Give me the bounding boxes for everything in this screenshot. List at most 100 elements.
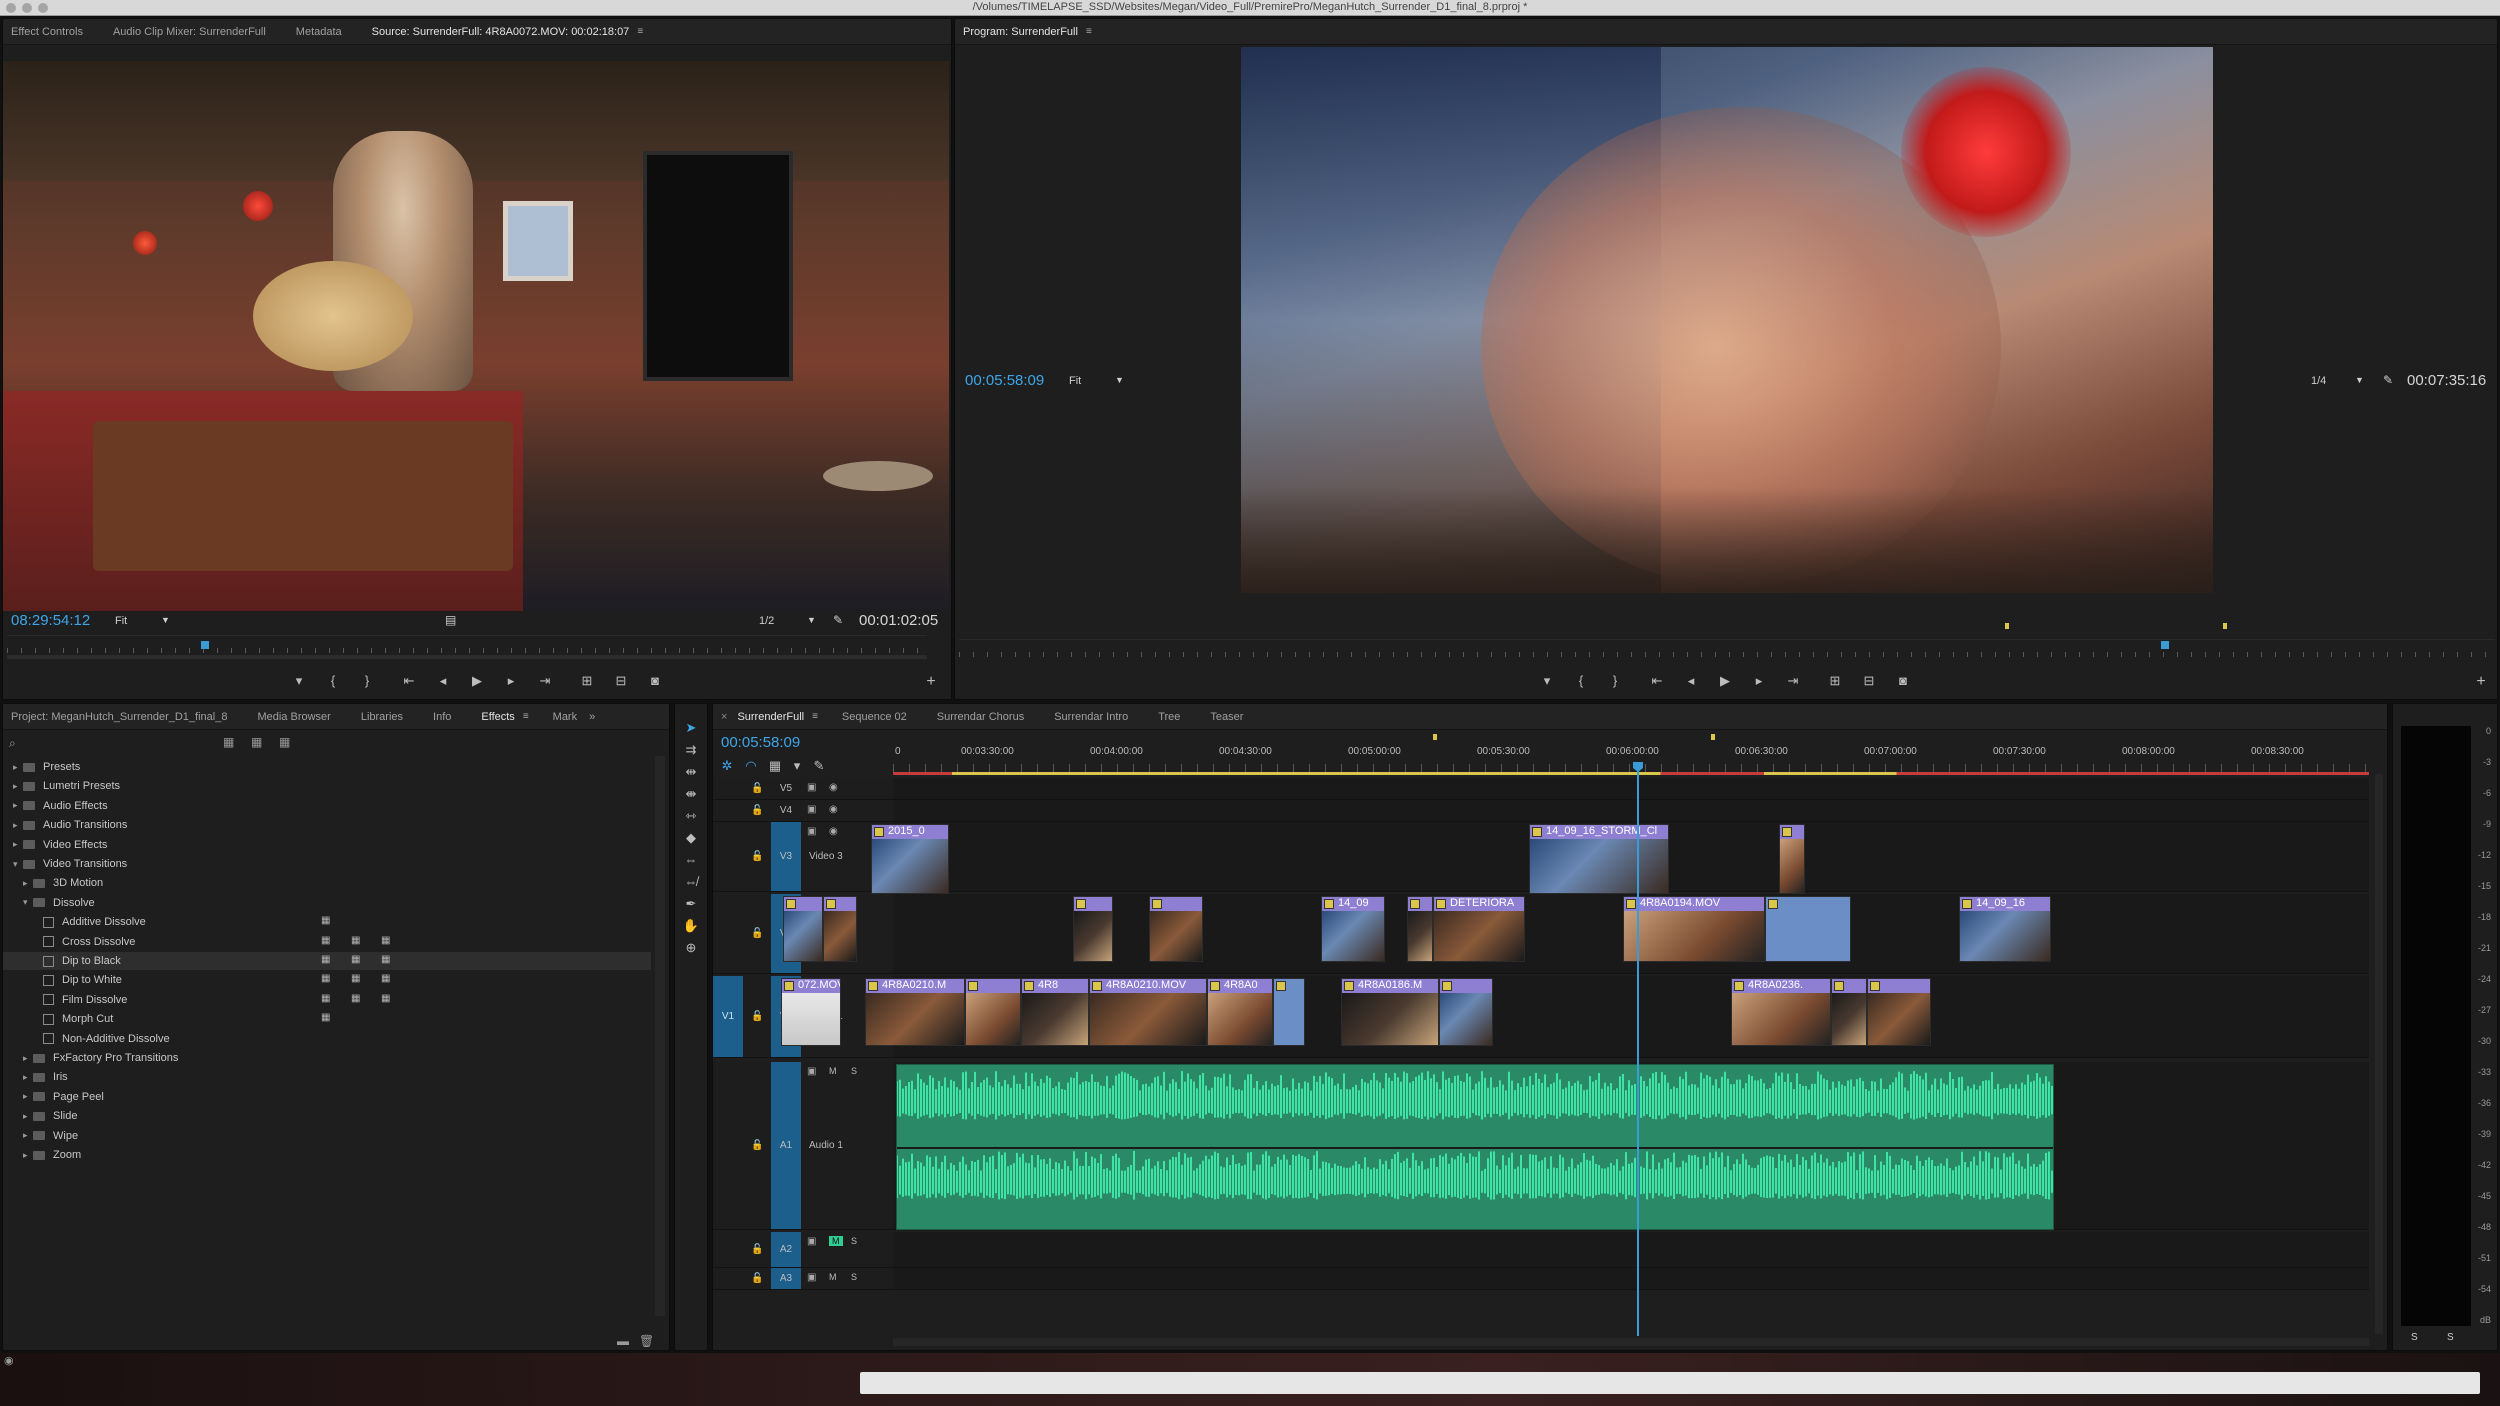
video-clip[interactable]: 14_09_16 bbox=[1959, 896, 2051, 962]
add-marker-icon[interactable]: ▾ bbox=[787, 758, 807, 774]
mic-icon[interactable]: ▣ bbox=[807, 1272, 816, 1283]
nest-toggle-icon[interactable]: ✲ bbox=[717, 758, 737, 774]
rate-stretch-tool-icon[interactable]: ⇿ bbox=[681, 808, 701, 824]
source-timecode[interactable]: 08:29:54:12 bbox=[11, 612, 90, 629]
step-forward-icon[interactable]: ▸ bbox=[1749, 673, 1769, 689]
32bit-effects-icon[interactable]: ▦ bbox=[251, 735, 262, 749]
program-resolution-select[interactable]: 1/4 bbox=[2311, 375, 2326, 387]
mic-icon[interactable]: ▣ bbox=[807, 1066, 816, 1077]
track-select-tool-icon[interactable]: ⇉ bbox=[681, 742, 701, 758]
go-to-out-icon[interactable]: ⇥ bbox=[1783, 673, 1803, 689]
go-to-in-icon[interactable]: ⇤ bbox=[399, 673, 419, 689]
go-to-out-icon[interactable]: ⇥ bbox=[535, 673, 555, 689]
add-button-icon[interactable]: + bbox=[921, 673, 941, 691]
track-target-v3[interactable]: V3 bbox=[771, 822, 801, 891]
effects-tree-item[interactable]: Additive Dissolve bbox=[33, 913, 146, 931]
drag-video-icon[interactable]: ▤ bbox=[445, 613, 456, 627]
source-time-ruler[interactable] bbox=[7, 635, 927, 653]
effects-tree-item[interactable]: ▸ FxFactory Pro Transitions bbox=[23, 1049, 178, 1067]
chevron-down-icon[interactable]: ▼ bbox=[161, 615, 170, 625]
sequence-marker[interactable] bbox=[1433, 734, 1437, 740]
disclosure-closed-icon[interactable]: ▸ bbox=[13, 781, 23, 792]
video-clip[interactable] bbox=[1273, 978, 1305, 1046]
step-back-icon[interactable]: ◂ bbox=[1681, 673, 1701, 689]
effects-search-input[interactable] bbox=[27, 734, 207, 750]
toggle-sync-icon[interactable]: ▣ bbox=[807, 826, 816, 837]
video-clip[interactable] bbox=[1831, 978, 1867, 1046]
add-marker-icon[interactable]: ▾ bbox=[289, 673, 309, 689]
toggle-sync-icon[interactable]: ▣ bbox=[807, 782, 816, 793]
overwrite-icon[interactable]: ⊟ bbox=[611, 673, 631, 689]
source-patch-v1[interactable]: V1 bbox=[713, 976, 743, 1057]
wrench-icon[interactable]: ✎ bbox=[2383, 373, 2393, 387]
play-icon[interactable]: ▶ bbox=[467, 673, 487, 689]
effects-tree-item[interactable]: ▸ Wipe bbox=[23, 1127, 78, 1145]
new-bin-icon[interactable]: ▬ bbox=[617, 1334, 629, 1348]
more-tabs-icon[interactable]: » bbox=[589, 711, 595, 723]
eye-icon[interactable]: ◉ bbox=[829, 826, 838, 837]
ripple-edit-tool-icon[interactable]: ⇹ bbox=[681, 764, 701, 780]
eye-icon[interactable]: ◉ bbox=[829, 782, 838, 793]
solo-button[interactable]: S bbox=[851, 1236, 857, 1246]
effects-tree-item[interactable]: ▸ 3D Motion bbox=[23, 874, 103, 892]
tab-source[interactable]: Source: SurrenderFull: 4R8A0072.MOV: 00:… bbox=[372, 26, 630, 38]
video-clip[interactable]: 4R8 bbox=[1021, 978, 1089, 1046]
toggle-sync-icon[interactable]: ▣ bbox=[807, 804, 816, 815]
video-clip[interactable]: 4R8A0186.M bbox=[1341, 978, 1439, 1046]
video-clip[interactable]: DETERIORA bbox=[1433, 896, 1525, 962]
effects-tree-item[interactable]: ▸ Slide bbox=[23, 1107, 77, 1125]
lock-icon[interactable]: 🔓 bbox=[751, 783, 763, 794]
program-zoom-select[interactable]: Fit bbox=[1069, 375, 1081, 387]
video-clip[interactable] bbox=[1867, 978, 1931, 1046]
video-clip[interactable]: 4R8A0 bbox=[1207, 978, 1273, 1046]
effects-tree-item[interactable]: ▸ Presets bbox=[13, 758, 80, 776]
disclosure-closed-icon[interactable]: ▸ bbox=[13, 839, 23, 850]
tab-info[interactable]: Info bbox=[433, 711, 451, 723]
mute-button[interactable]: M bbox=[829, 1236, 843, 1246]
track-target-a1[interactable]: A1 bbox=[771, 1062, 801, 1229]
source-resolution-select[interactable]: 1/2 bbox=[759, 615, 774, 627]
accelerated-effects-icon[interactable]: ▦ bbox=[223, 735, 234, 749]
panel-menu-icon[interactable]: ≡ bbox=[812, 711, 818, 722]
mute-button[interactable]: M bbox=[829, 1066, 837, 1076]
lock-icon[interactable]: 🔓 bbox=[751, 1011, 763, 1022]
program-video-frame[interactable] bbox=[1241, 47, 2213, 593]
video-clip[interactable] bbox=[1149, 896, 1203, 962]
disclosure-closed-icon[interactable]: ▸ bbox=[13, 800, 23, 811]
video-clip[interactable] bbox=[1073, 896, 1113, 962]
mute-button[interactable]: M bbox=[829, 1272, 837, 1282]
lock-icon[interactable]: 🔓 bbox=[751, 1273, 763, 1284]
close-tab-icon[interactable]: × bbox=[721, 711, 727, 723]
video-clip[interactable] bbox=[1765, 896, 1851, 962]
disclosure-closed-icon[interactable]: ▸ bbox=[23, 1130, 33, 1141]
source-scroll-bar[interactable] bbox=[7, 655, 927, 659]
extract-icon[interactable]: ⊟ bbox=[1859, 673, 1879, 689]
video-clip[interactable]: 4R8A0210.MOV bbox=[1089, 978, 1207, 1046]
zoom-tool-icon[interactable]: ⊕ bbox=[681, 940, 701, 956]
solo-left-button[interactable]: S bbox=[2411, 1332, 2418, 1343]
disclosure-open-icon[interactable]: ▾ bbox=[13, 859, 23, 870]
program-timecode[interactable]: 00:05:58:09 bbox=[965, 372, 1044, 389]
tab-sequence-02[interactable]: Sequence 02 bbox=[842, 711, 907, 723]
wrench-icon[interactable]: ✎ bbox=[833, 613, 843, 627]
camera-icon[interactable]: ◙ bbox=[1893, 673, 1913, 688]
lock-icon[interactable]: 🔓 bbox=[751, 805, 763, 816]
disclosure-closed-icon[interactable]: ▸ bbox=[23, 1150, 33, 1161]
mark-out-icon[interactable]: } bbox=[357, 673, 377, 688]
effects-tree-item[interactable]: ▸ Video Effects bbox=[13, 836, 107, 854]
video-clip[interactable]: 072.MOV bbox=[781, 978, 841, 1046]
video-clip[interactable] bbox=[965, 978, 1021, 1046]
program-time-ruler[interactable] bbox=[959, 639, 2495, 657]
video-clip[interactable]: 4R8A0236. bbox=[1731, 978, 1831, 1046]
effects-tree-item[interactable]: ▸ Lumetri Presets bbox=[13, 777, 120, 795]
camera-icon[interactable]: ◙ bbox=[645, 673, 665, 688]
effects-tree-item[interactable]: Non-Additive Dissolve bbox=[33, 1030, 170, 1048]
slide-tool-icon[interactable]: ⇎ bbox=[681, 874, 701, 889]
mark-out-icon[interactable]: } bbox=[1605, 673, 1625, 688]
track-target-v5[interactable]: V5 bbox=[771, 778, 801, 799]
video-clip[interactable] bbox=[1439, 978, 1493, 1046]
effects-tree-item[interactable]: ▸ Audio Transitions bbox=[13, 816, 127, 834]
effects-scrollbar[interactable] bbox=[655, 756, 665, 1316]
source-zoom-select[interactable]: Fit bbox=[115, 615, 127, 627]
mark-in-icon[interactable]: { bbox=[323, 673, 343, 688]
